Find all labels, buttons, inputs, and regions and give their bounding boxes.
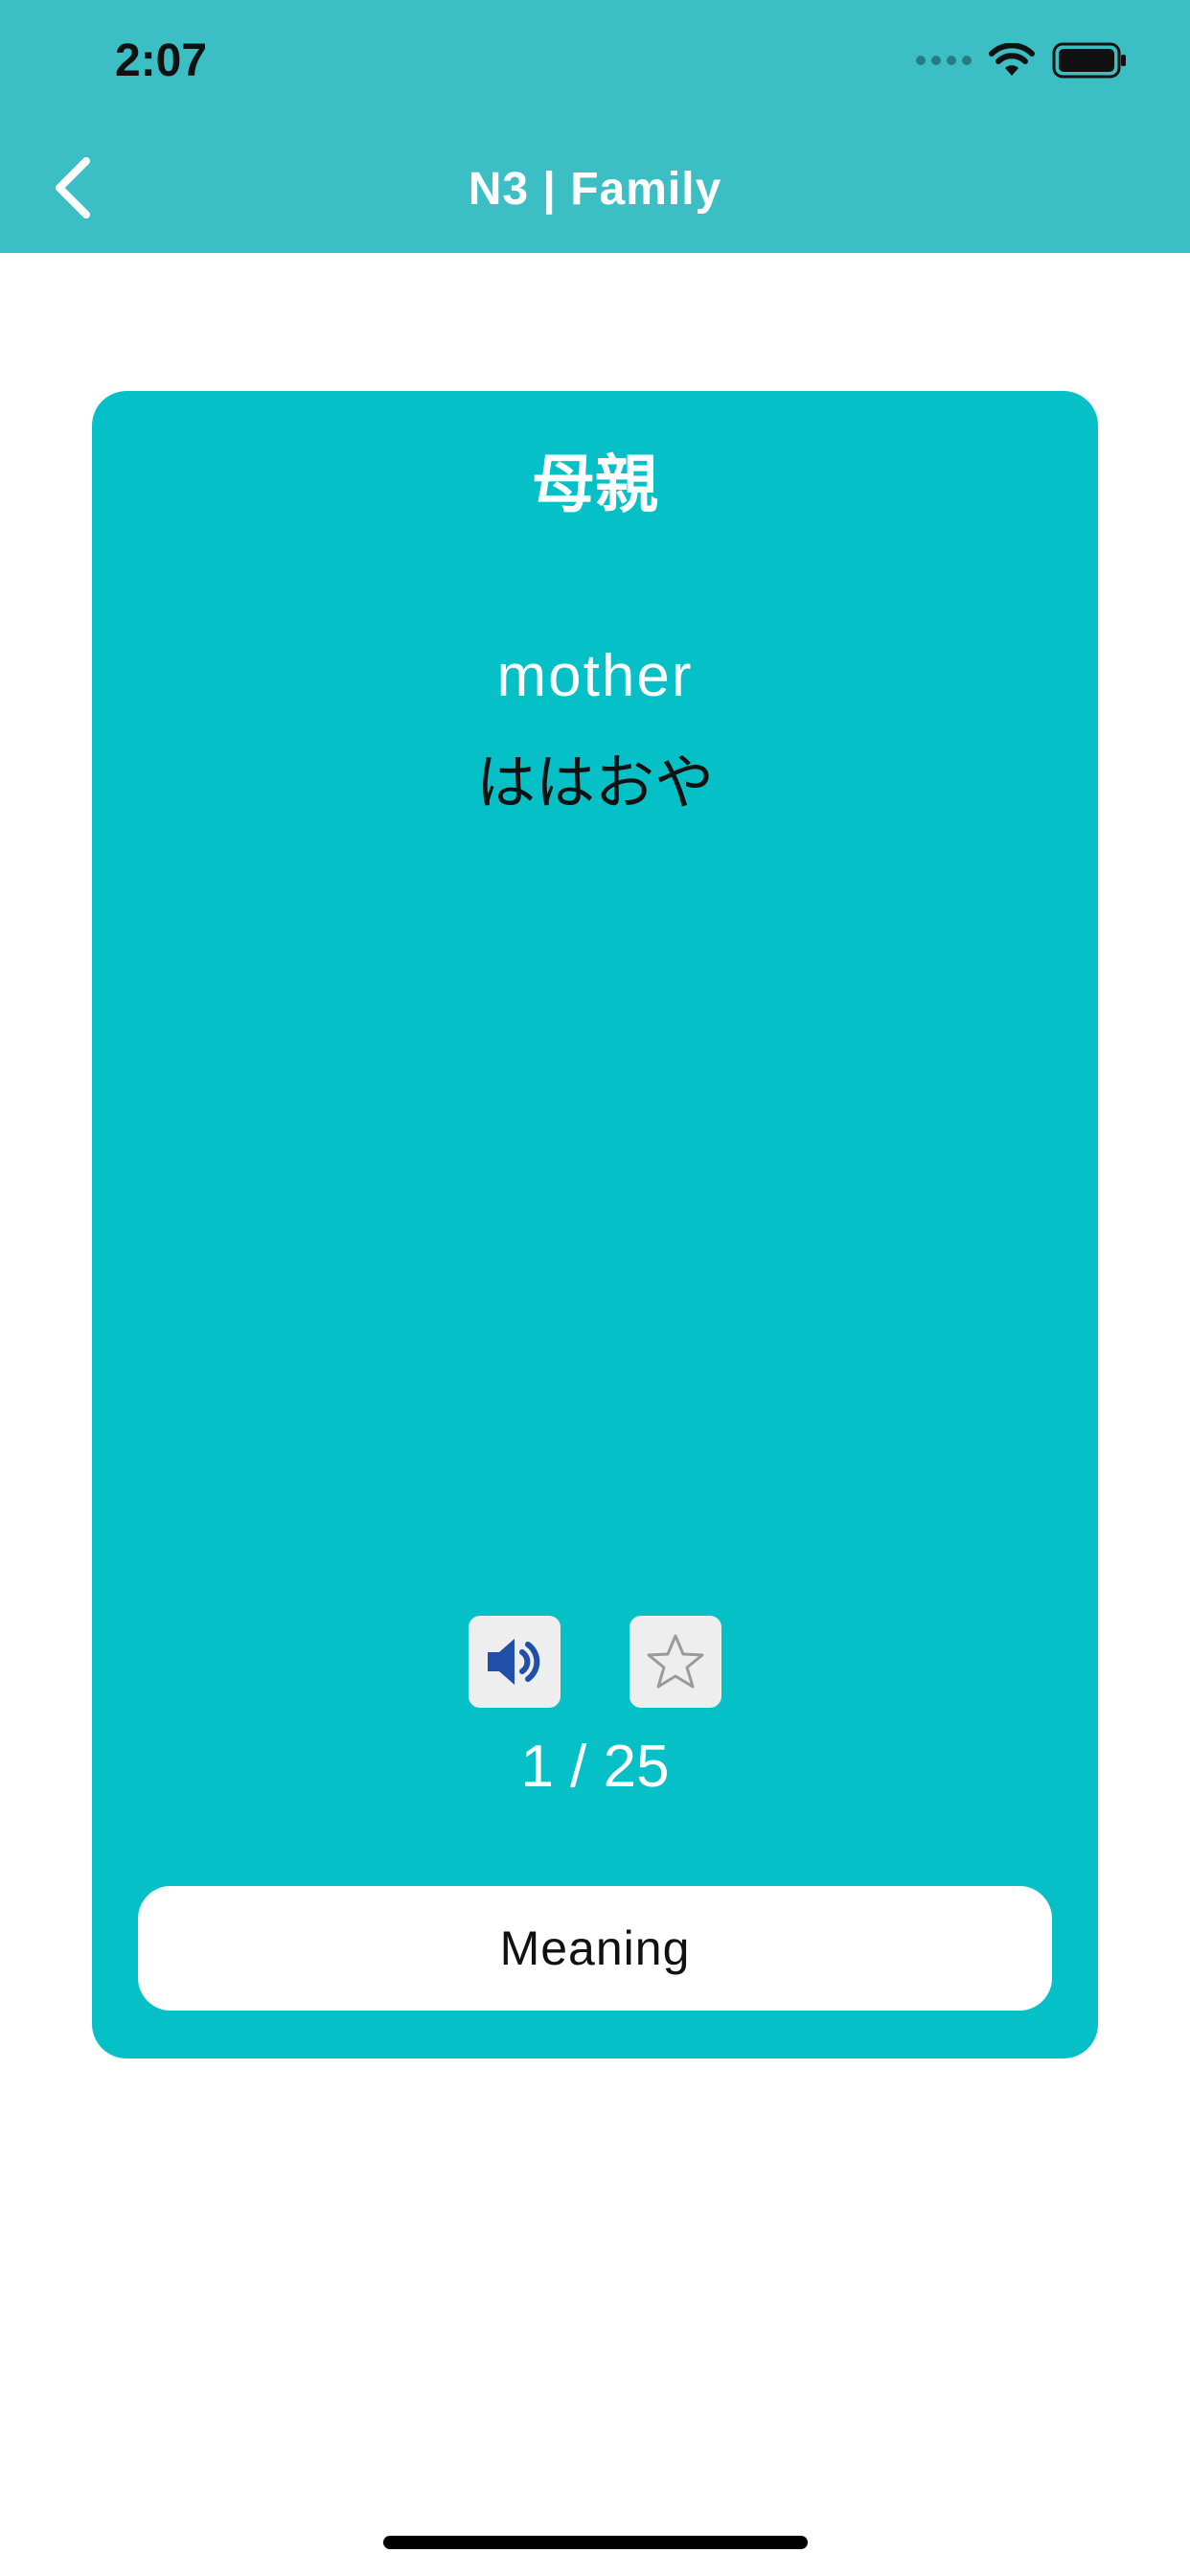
flashcard-screen: 2:07 N3 | Family 母親 mother ははおや 1 / 25 M… [0,0,1190,2576]
star-outline-icon [647,1634,704,1689]
english-meaning: mother [496,643,694,709]
status-time: 2:07 [115,35,208,86]
kana-reading: ははおや [475,748,714,817]
wifi-icon [989,43,1035,76]
status-icons [916,42,1129,79]
card-counter: 1 / 25 [520,1734,670,1800]
kanji-word: 母親 [532,448,658,521]
page-title: N3 | Family [468,164,722,215]
favorite-button[interactable] [629,1616,721,1708]
battery-icon [1052,42,1126,79]
header: 2:07 N3 | Family [0,0,1190,253]
speaker-icon [488,1639,540,1685]
home-indicator[interactable] [383,2536,808,2549]
meaning-button[interactable]: Meaning [138,1886,1052,2011]
play-sound-button[interactable] [469,1616,561,1708]
flashcard: 母親 mother ははおや 1 / 25 Meaning [92,391,1098,2058]
cellular-signal-icon [916,56,972,65]
